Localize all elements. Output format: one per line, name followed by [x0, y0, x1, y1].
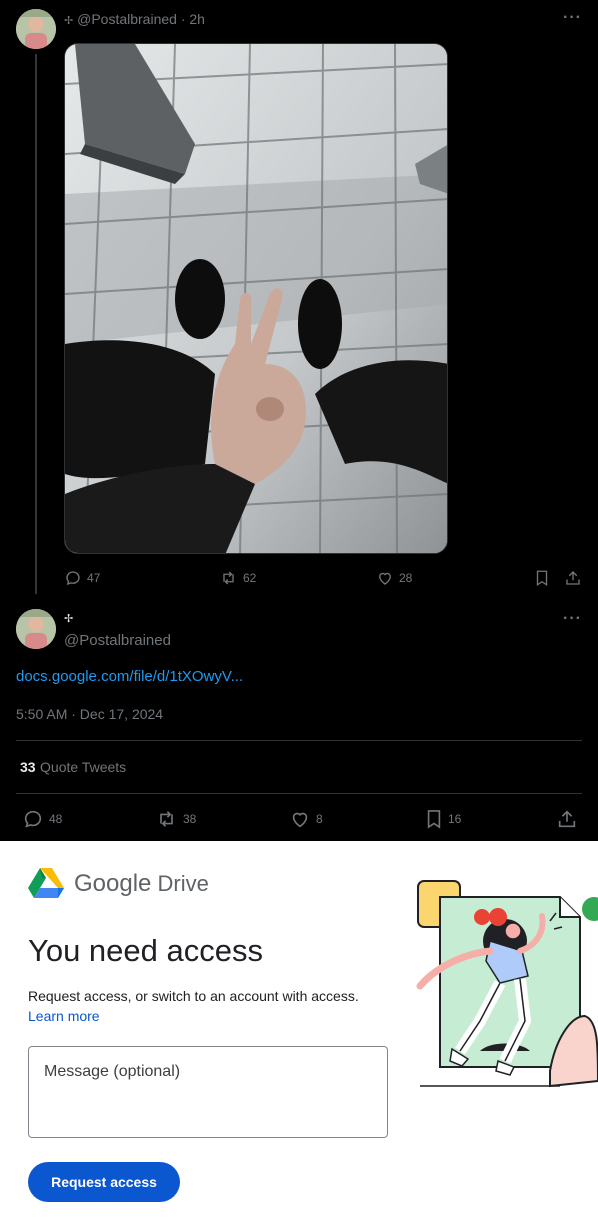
request-access-button[interactable]: Request access [28, 1162, 180, 1202]
message-input[interactable] [29, 1047, 387, 1137]
drive-wordmark: Drive [157, 871, 209, 896]
share-icon [558, 810, 576, 828]
reply-count: 48 [49, 812, 63, 826]
like-count: 8 [316, 812, 323, 826]
drive-access-page: Google Drive You need access Request acc… [0, 841, 598, 1217]
reply-reply-button[interactable]: 48 [22, 808, 62, 830]
quote-label: Quote Tweets [40, 759, 127, 775]
tweet-handle[interactable]: @Postalbrained [77, 11, 177, 27]
page-title: You need access [28, 933, 263, 968]
tweet-time[interactable]: 2h [189, 11, 205, 27]
divider [16, 793, 582, 794]
like-button[interactable]: 28 [376, 569, 412, 587]
drive-brand: Google Drive [74, 870, 209, 898]
drive-logo-icon [28, 868, 64, 898]
reply-avatar[interactable] [16, 609, 56, 649]
drive-link[interactable]: docs.google.com/file/d/1tXOwyV... [16, 668, 243, 685]
reply-badge-icon: ✢ [64, 613, 74, 625]
quote-tweets-link[interactable]: 33 Quote Tweets [20, 759, 126, 777]
speech-bubble-icon [66, 571, 80, 586]
thread-line [35, 54, 37, 594]
learn-more-link[interactable]: Learn more [28, 1008, 100, 1024]
share-button[interactable] [564, 569, 582, 587]
bookmark-icon [536, 570, 548, 587]
heart-icon [292, 812, 308, 828]
retweet-button[interactable]: 62 [219, 569, 256, 587]
reply-handle[interactable]: @Postalbrained [64, 632, 171, 649]
reply-timestamp[interactable]: 5:50 AM · Dec 17, 2024 [16, 706, 163, 722]
retweet-count: 62 [243, 571, 257, 585]
heart-icon [379, 572, 391, 585]
bookmark-icon [427, 810, 441, 829]
tweet-photo[interactable] [64, 43, 448, 554]
reply-count: 47 [87, 571, 101, 585]
share-icon [566, 571, 580, 585]
reply-retweet-button[interactable]: 38 [155, 808, 196, 830]
retweet-count: 38 [183, 812, 197, 826]
divider [16, 740, 582, 741]
tweet-meta: ✢ @Postalbrained · 2h [64, 11, 205, 27]
message-field[interactable] [28, 1046, 388, 1138]
avatar[interactable] [16, 9, 56, 49]
bookmark-count: 16 [448, 812, 462, 826]
retweet-icon [160, 811, 173, 827]
access-illustration [416, 880, 598, 1088]
reply-more-options-button[interactable]: ··· [563, 610, 582, 628]
speech-bubble-icon [24, 810, 42, 828]
google-drive-logo[interactable] [28, 866, 64, 903]
meta-separator: · [180, 11, 186, 27]
photo-image [65, 44, 447, 553]
reply-like-button[interactable]: 8 [289, 808, 323, 830]
bookmark-button[interactable] [534, 569, 550, 587]
reply-bookmark-button[interactable]: 16 [425, 808, 461, 830]
more-options-button[interactable]: ··· [563, 9, 582, 27]
google-wordmark: Google [74, 870, 152, 897]
reply-button[interactable]: 47 [64, 569, 100, 587]
retweet-icon [223, 571, 234, 585]
badge-icon: ✢ [64, 15, 74, 27]
reply-share-button[interactable] [556, 808, 578, 830]
access-description: Request access, or switch to an account … [28, 988, 359, 1004]
like-count: 28 [399, 571, 413, 585]
quote-count: 33 [20, 759, 36, 775]
